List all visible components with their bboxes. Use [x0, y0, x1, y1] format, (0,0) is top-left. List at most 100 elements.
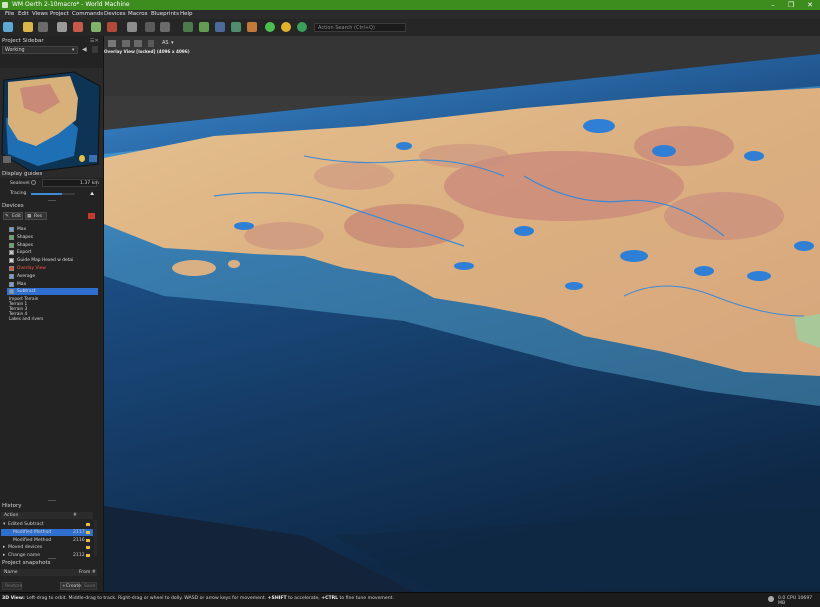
device-label: Shapes	[17, 234, 34, 240]
expand-icon[interactable]: ▾	[3, 522, 5, 527]
device-icon[interactable]	[91, 22, 101, 32]
save-button-label: Save	[84, 584, 96, 589]
edit-button-label: Edit	[12, 214, 21, 219]
splitter-handle[interactable]	[48, 500, 56, 501]
device-icon	[9, 227, 14, 232]
history-scrollbar[interactable]	[94, 520, 97, 556]
grid-toggle-icon[interactable]	[148, 40, 154, 47]
sidebar-options-icon[interactable]: ☰✕	[90, 38, 99, 44]
mode-chevron-icon[interactable]: ▾	[171, 40, 174, 46]
mode-label[interactable]: AS	[162, 40, 169, 46]
sealevel-toggle-icon[interactable]	[31, 180, 36, 185]
snapshots-title: Project snapshots	[2, 560, 51, 566]
run-build-icon[interactable]	[265, 22, 275, 32]
pause-build-icon[interactable]	[281, 22, 291, 32]
globe-icon[interactable]	[215, 22, 225, 32]
layout-icon[interactable]	[145, 22, 155, 32]
history-action: Modified Method	[13, 537, 52, 543]
new-project-icon[interactable]	[3, 22, 13, 32]
recent-icon[interactable]	[38, 22, 48, 32]
delete-icon[interactable]	[88, 213, 95, 219]
3d-viewport[interactable]: AS ▾ Overlay View [locked] (4096 x 4096)	[104, 36, 820, 592]
terrain-icon[interactable]	[231, 22, 241, 32]
menu-macros[interactable]: Macros	[128, 11, 148, 17]
minimize-button[interactable]: –	[764, 0, 782, 10]
action-search-input[interactable]: Action Search (Ctrl+Q)	[314, 23, 406, 32]
menu-help[interactable]: Help	[180, 11, 193, 17]
device-icon	[9, 234, 14, 240]
create-button-label: +Create	[62, 584, 82, 589]
device-row[interactable]: Shapes	[7, 242, 98, 249]
history-row[interactable]: ▸ Change name 2112	[1, 552, 93, 559]
build-icon[interactable]	[107, 22, 117, 32]
tracing-slider[interactable]	[31, 193, 75, 195]
map-icon[interactable]	[199, 22, 209, 32]
camera-view-icon[interactable]	[108, 40, 116, 47]
close-button[interactable]: ✕	[801, 0, 819, 10]
device-row[interactable]: Max	[7, 226, 98, 233]
device-row[interactable]: Shapes	[7, 234, 98, 241]
menu-edit[interactable]: Edit	[18, 11, 29, 17]
device-label: Subtract	[17, 289, 36, 295]
finalize-icon[interactable]	[297, 22, 307, 32]
bulb-icon[interactable]	[79, 155, 85, 162]
snapshots-header: Name From #	[1, 569, 97, 576]
overview-thumbnail	[0, 68, 103, 178]
menu-blueprints[interactable]: Blueprints	[151, 11, 179, 17]
history-row[interactable]: ▾ Edited Subtract	[1, 521, 93, 528]
device-icon	[9, 289, 14, 295]
device-row[interactable]: Subtract	[7, 288, 98, 296]
history-row[interactable]: Modified Method 2116	[1, 537, 93, 544]
menu-devices[interactable]: Devices	[104, 11, 126, 17]
device-icon	[9, 250, 14, 256]
menu-project[interactable]: Project	[50, 11, 69, 17]
list-view-icon[interactable]	[89, 155, 97, 162]
paint-icon[interactable]	[247, 22, 257, 32]
history-col-number: #	[73, 513, 77, 518]
open-folder-icon[interactable]	[23, 22, 33, 32]
history-action: Change name	[8, 553, 41, 559]
device-row[interactable]: Max	[7, 281, 98, 288]
collapse-icon[interactable]: ▸	[3, 553, 5, 558]
status-text-part: Left-drag to orbit. Middle-drag to track…	[26, 596, 268, 601]
save-snapshot-button[interactable]: Save	[81, 582, 97, 590]
tracing-icon[interactable]: ⛰	[90, 191, 94, 197]
lighting-icon[interactable]	[134, 40, 142, 47]
status-text-part: +CTRL	[321, 596, 339, 601]
sealevel-field[interactable]: 1.37 km	[42, 179, 99, 187]
render-mode-icon[interactable]	[122, 40, 130, 47]
create-snapshot-button[interactable]: +Create	[60, 582, 82, 590]
tools-icon[interactable]	[73, 22, 83, 32]
export-icon[interactable]	[183, 22, 193, 32]
history-marker-icon	[86, 530, 90, 534]
device-label: Max	[17, 227, 27, 232]
status-help-text: 3D View: Left-drag to orbit. Middle-drag…	[2, 596, 394, 601]
tracing-slider-fill	[31, 193, 62, 195]
layout-select[interactable]: Working ▾	[2, 46, 78, 54]
menu-file[interactable]: File	[5, 11, 14, 17]
menu-views[interactable]: Views	[32, 11, 48, 17]
save-icon[interactable]	[57, 22, 67, 32]
maximize-button[interactable]: ❒	[782, 0, 800, 10]
history-row[interactable]: Modified Method 2117	[1, 528, 93, 536]
device-row[interactable]: Overlay View	[7, 265, 98, 272]
grid-view-icon[interactable]	[160, 22, 170, 32]
splitter-handle[interactable]	[48, 200, 56, 201]
settings-icon[interactable]	[127, 22, 137, 32]
device-folder-item[interactable]: Lakes and rivers	[9, 316, 43, 321]
device-row[interactable]: Guide Map Hexed w detai	[7, 257, 98, 264]
device-row[interactable]: Export	[7, 249, 98, 256]
device-icon	[9, 273, 14, 279]
res-button[interactable]: Res ▦	[25, 212, 47, 220]
menu-commands[interactable]: Commands	[72, 11, 103, 17]
collapse-icon[interactable]: ▸	[3, 545, 5, 550]
history-row[interactable]: ▸ Moved devices	[1, 544, 93, 551]
restore-button[interactable]: Restore	[2, 582, 22, 590]
splitter-handle[interactable]	[48, 558, 56, 559]
viewport-caption: Overlay View [locked] (4096 x 4096)	[104, 49, 190, 54]
device-row[interactable]: Average	[7, 273, 98, 280]
edit-button[interactable]: Edit ✎	[3, 212, 23, 220]
camera-icon[interactable]	[3, 156, 11, 163]
layout-pin-icon[interactable]	[92, 46, 98, 53]
layout-back-icon[interactable]: ◀	[82, 46, 87, 53]
